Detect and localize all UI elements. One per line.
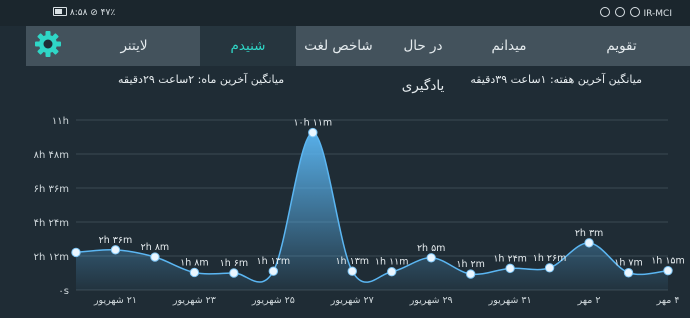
- data-point[interactable]: [623, 268, 634, 278]
- x-tick-label: ۴ مهر: [656, 295, 680, 306]
- data-label: ۱h ۱۳m: [257, 256, 291, 267]
- data-label: ۱h ۲۶m: [533, 253, 567, 264]
- data-point[interactable]: [387, 267, 397, 277]
- data-label: ۱h ۱۱m: [375, 257, 409, 268]
- x-tick-label: ۲۵ شهریور: [251, 295, 295, 306]
- data-label: ۱h ۱۵m: [651, 256, 685, 267]
- data-point[interactable]: [229, 268, 239, 278]
- data-point[interactable]: [308, 127, 318, 138]
- y-tick-label: ۸h ۴۸m: [34, 150, 69, 161]
- data-point[interactable]: [189, 267, 200, 278]
- series-area: [76, 132, 668, 290]
- data-label: ۱h ۱۳m: [335, 256, 369, 267]
- usage-chart: ۰s ۲h ۱۲m ۴h ۲۴m ۶h ۳۶m ۸h ۴۸m ۱۱h ۲۱ شهریور ۲۳…: [34, 116, 685, 306]
- y-tick-label: ۰s: [58, 286, 69, 297]
- y-tick-label: ۴h ۲۴m: [34, 218, 69, 229]
- data-point[interactable]: [268, 266, 279, 276]
- data-point[interactable]: [347, 266, 357, 276]
- x-tick-label: ۲۳ شهریور: [172, 295, 216, 306]
- data-point[interactable]: [544, 263, 555, 273]
- data-label: ۱h ۶m: [220, 258, 249, 269]
- data-point[interactable]: [71, 247, 81, 258]
- data-label: ۲h ۸m: [141, 242, 170, 253]
- data-point[interactable]: [426, 253, 436, 263]
- data-label: ۲h ۵m: [417, 243, 446, 254]
- data-point[interactable]: [110, 245, 121, 255]
- x-tick-label: ۳۱ شهریور: [488, 295, 532, 306]
- x-tick-label: ۲۷ شهریور: [330, 295, 374, 306]
- data-point[interactable]: [150, 252, 160, 262]
- data-label: ۱h ۸m: [180, 257, 209, 268]
- data-label: ۱h ۷m: [614, 258, 643, 269]
- data-point[interactable]: [584, 238, 594, 248]
- x-tick-label: ۲ مهر: [577, 295, 601, 306]
- data-point[interactable]: [505, 263, 515, 274]
- data-label: ۲h ۳۶m: [99, 235, 133, 246]
- y-tick-label: ۶h ۳۶m: [34, 184, 69, 195]
- data-point[interactable]: [663, 265, 673, 276]
- data-label: ۱h ۲m: [456, 259, 485, 270]
- data-label: ۱۰h ۱۱m: [293, 118, 332, 129]
- y-tick-label: ۲h ۱۲m: [34, 252, 69, 263]
- data-point[interactable]: [465, 269, 476, 279]
- data-label: ۲h ۳m: [575, 228, 604, 239]
- y-tick-label: ۱۱h: [52, 116, 69, 127]
- x-tick-label: ۲۹ شهریور: [409, 295, 453, 306]
- data-label: ۱h ۲۴m: [493, 253, 527, 264]
- x-tick-label: ۲۱ شهریور: [93, 295, 137, 306]
